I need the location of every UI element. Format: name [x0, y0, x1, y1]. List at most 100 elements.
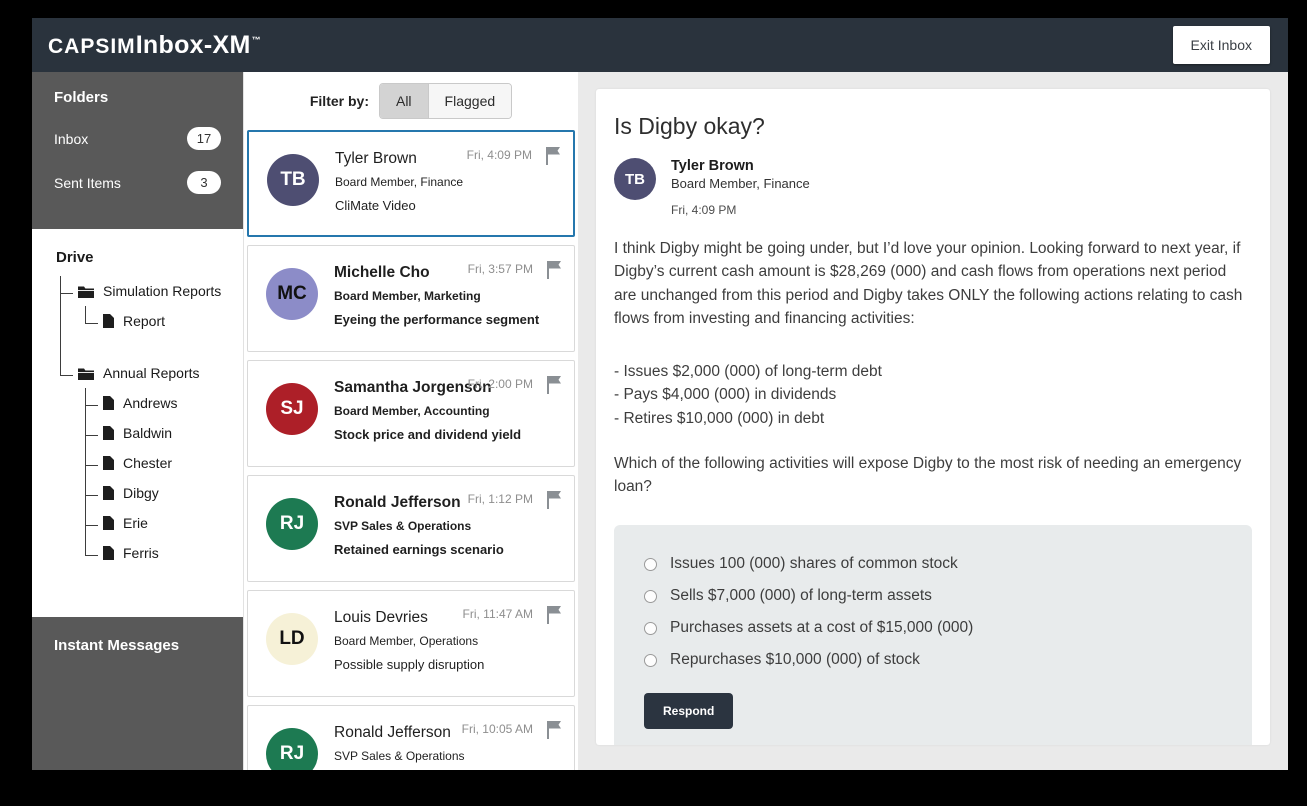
sender-role: Board Member, Accounting — [334, 404, 521, 418]
tree-leaf: Dibgy — [85, 478, 243, 508]
respond-button[interactable]: Respond — [644, 693, 733, 729]
file-erie[interactable]: Erie — [103, 508, 243, 538]
radio-button[interactable] — [644, 654, 657, 667]
flag-icon[interactable] — [547, 720, 562, 739]
sidebar-item-sent-items[interactable]: Sent Items 3 — [54, 171, 221, 194]
avatar: MC — [266, 268, 318, 320]
tree-branch-simulation-reports: Simulation Reports Report — [60, 276, 243, 336]
avatar: TB — [267, 154, 319, 206]
email-list-item-tyler-brown[interactable]: TB Tyler Brown Board Member, Finance Cli… — [247, 130, 575, 237]
bullet-line: - Pays $4,000 (000) in dividends — [614, 383, 1252, 406]
answer-options-box: Issues 100 (000) shares of common stock … — [614, 525, 1252, 745]
email-subject: Possible supply disruption — [334, 657, 484, 672]
filter-bar: Filter by: All Flagged — [244, 72, 578, 130]
avatar: SJ — [266, 383, 318, 435]
email-subject: Stock price and dividend yield — [334, 427, 521, 442]
sidebar-item-inbox[interactable]: Inbox 17 — [54, 127, 221, 150]
email-list-item-michelle-cho[interactable]: MC Michelle Cho Board Member, Marketing … — [247, 245, 575, 352]
file-label: Erie — [123, 515, 148, 531]
flag-icon[interactable] — [547, 375, 562, 394]
file-icon — [103, 456, 114, 470]
tree-leaf: Erie — [85, 508, 243, 538]
folders-section: Folders Inbox 17 Sent Items 3 — [32, 72, 243, 229]
folder-label: Annual Reports — [103, 365, 200, 381]
filter-button-group: All Flagged — [379, 83, 512, 119]
email-list-item-samantha-jorgenson[interactable]: SJ Samantha Jorgenson Board Member, Acco… — [247, 360, 575, 467]
sender-name: Tyler Brown — [335, 150, 463, 168]
instant-messages-title: Instant Messages — [54, 637, 221, 654]
sender-role: Board Member, Finance — [335, 175, 463, 189]
filter-by-label: Filter by: — [310, 93, 369, 109]
drive-title: Drive — [56, 249, 243, 266]
file-icon — [103, 516, 114, 530]
option-purchases-assets[interactable]: Purchases assets at a cost of $15,000 (0… — [644, 619, 1222, 637]
radio-button[interactable] — [644, 622, 657, 635]
sender-name: Ronald Jefferson — [334, 724, 465, 742]
file-chester[interactable]: Chester — [103, 448, 243, 478]
avatar: LD — [266, 613, 318, 665]
radio-button[interactable] — [644, 558, 657, 571]
option-label: Purchases assets at a cost of $15,000 (0… — [670, 619, 973, 637]
sidebar: Folders Inbox 17 Sent Items 3 Drive Sim — [32, 72, 243, 770]
option-issues-common-stock[interactable]: Issues 100 (000) shares of common stock — [644, 555, 1222, 573]
radio-button[interactable] — [644, 590, 657, 603]
logo-capsim-text: CAPSIM — [48, 35, 136, 59]
file-label: Dibgy — [123, 485, 159, 501]
email-date: Fri, 3:57 PM — [468, 262, 533, 276]
option-sells-long-term-assets[interactable]: Sells $7,000 (000) of long-term assets — [644, 587, 1222, 605]
file-dibgy[interactable]: Dibgy — [103, 478, 243, 508]
file-baldwin[interactable]: Baldwin — [103, 418, 243, 448]
body-bullet-list: - Issues $2,000 (000) of long-term debt … — [614, 360, 1252, 430]
tree-leaf: Baldwin — [85, 418, 243, 448]
open-email-card: Is Digby okay? TB Tyler Brown Board Memb… — [596, 89, 1270, 745]
email-date: Fri, 2:00 PM — [468, 377, 533, 391]
option-repurchases-stock[interactable]: Repurchases $10,000 (000) of stock — [644, 651, 1222, 669]
file-icon — [103, 546, 114, 560]
email-list-item-ronald-jefferson-1[interactable]: RJ Ronald Jefferson SVP Sales & Operatio… — [247, 475, 575, 582]
reading-pane: Is Digby okay? TB Tyler Brown Board Memb… — [578, 72, 1288, 770]
body-paragraph: I think Digby might be going under, but … — [614, 237, 1252, 330]
email-date: Fri, 4:09 PM — [467, 148, 532, 162]
sender-name: Tyler Brown — [671, 158, 810, 174]
file-icon — [103, 314, 114, 328]
exit-inbox-button[interactable]: Exit Inbox — [1173, 26, 1270, 64]
file-andrews[interactable]: Andrews — [103, 388, 243, 418]
option-label: Sells $7,000 (000) of long-term assets — [670, 587, 932, 605]
top-bar: CAPSIMInbox-XM™ Exit Inbox — [32, 18, 1288, 72]
flag-icon[interactable] — [547, 490, 562, 509]
flag-icon[interactable] — [546, 146, 561, 165]
tree-leaf: Ferris — [85, 538, 243, 568]
file-label: Baldwin — [123, 425, 172, 441]
filter-flagged-button[interactable]: Flagged — [428, 84, 512, 118]
file-label: Report — [123, 313, 165, 329]
app-window: CAPSIMInbox-XM™ Exit Inbox Folders Inbox… — [32, 18, 1288, 770]
option-label: Issues 100 (000) shares of common stock — [670, 555, 958, 573]
folder-annual-reports[interactable]: Annual Reports — [78, 358, 243, 388]
file-label: Ferris — [123, 545, 159, 561]
sender-role: SVP Sales & Operations — [334, 519, 504, 533]
file-icon — [103, 396, 114, 410]
avatar: RJ — [266, 498, 318, 550]
file-label: Chester — [123, 455, 172, 471]
email-list-column: Filter by: All Flagged TB Tyler Brown Bo… — [243, 72, 578, 770]
instant-messages-section[interactable]: Instant Messages — [32, 617, 243, 770]
email-date: Fri, 10:05 AM — [462, 722, 533, 736]
sender-role: SVP Sales & Operations — [334, 749, 465, 763]
email-list-item-louis-devries[interactable]: LD Louis Devries Board Member, Operation… — [247, 590, 575, 697]
folder-simulation-reports[interactable]: Simulation Reports — [78, 276, 243, 306]
bullet-line: - Retires $10,000 (000) in debt — [614, 407, 1252, 430]
file-ferris[interactable]: Ferris — [103, 538, 243, 568]
drive-tree: Simulation Reports Report — [60, 276, 243, 568]
sent-items-label: Sent Items — [54, 175, 121, 191]
bullet-line: - Issues $2,000 (000) of long-term debt — [614, 360, 1252, 383]
sent-items-count-badge: 3 — [187, 171, 221, 194]
logo-inbox-xm-text: Inbox-XM — [136, 31, 251, 60]
email-list-item-ronald-jefferson-2[interactable]: RJ Ronald Jefferson SVP Sales & Operatio… — [247, 705, 575, 770]
file-report[interactable]: Report — [103, 306, 243, 336]
flag-icon[interactable] — [547, 605, 562, 624]
folders-title: Folders — [54, 89, 221, 106]
email-body: I think Digby might be going under, but … — [614, 237, 1252, 498]
filter-all-button[interactable]: All — [380, 84, 428, 118]
file-icon — [103, 486, 114, 500]
flag-icon[interactable] — [547, 260, 562, 279]
